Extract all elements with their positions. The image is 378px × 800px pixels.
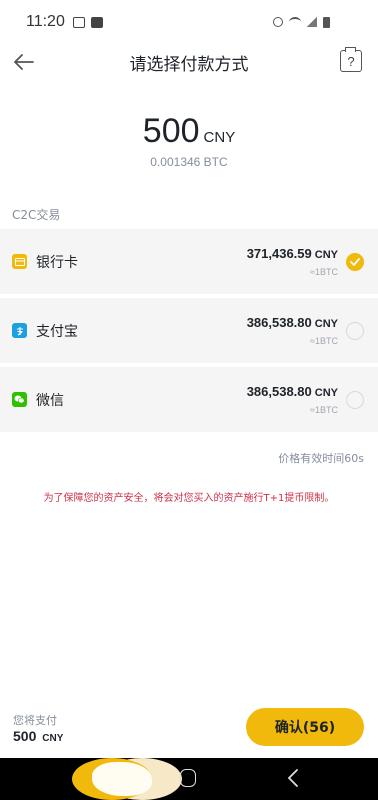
pay-amount-unit: CNY [42, 733, 64, 744]
nav-back-icon[interactable] [286, 768, 300, 788]
payment-method-bank-card[interactable]: 银行卡 371,436.59 CNY ≈1BTC [0, 229, 378, 294]
alarm-icon [273, 17, 283, 27]
alipay-icon [12, 323, 27, 338]
payment-method-list: 银行卡 371,436.59 CNY ≈1BTC 支付宝 386,538.80 CN… [0, 229, 378, 432]
method-radio[interactable] [346, 390, 364, 409]
method-price: 386,538.80 [246, 315, 312, 330]
status-time: 11:20 [26, 13, 65, 30]
system-nav-bar [0, 758, 378, 800]
back-button[interactable] [10, 48, 38, 76]
amount-value: 500 [142, 112, 200, 150]
status-bar: 11:20 [0, 0, 378, 44]
method-approx: ≈1BTC [310, 336, 338, 346]
gallery-notification-icon [72, 16, 85, 28]
method-price: 371,436.59 [246, 246, 312, 261]
method-price: 386,538.80 [246, 384, 312, 399]
home-icon[interactable] [180, 769, 196, 787]
method-approx: ≈1BTC [310, 405, 338, 415]
payment-method-wechat[interactable]: 微信 386,538.80 CNY ≈1BTC [0, 367, 378, 432]
method-approx: ≈1BTC [310, 267, 338, 277]
signal-icon [307, 17, 317, 27]
method-radio-selected[interactable] [346, 252, 364, 271]
bank-card-icon [12, 254, 27, 269]
amount-summary: 500 CNY 0.001346 BTC [0, 112, 378, 169]
wechat-icon [12, 392, 27, 407]
page-title: 请选择付款方式 [129, 54, 249, 75]
pay-amount: 500 [13, 728, 37, 744]
wifi-icon [289, 17, 301, 27]
redacted-area [92, 762, 152, 796]
method-name: 支付宝 [36, 323, 78, 340]
help-button[interactable]: ? [340, 47, 362, 72]
method-name: 微信 [36, 392, 64, 409]
method-radio[interactable] [346, 321, 364, 340]
confirm-button[interactable]: 确认(56) [246, 708, 364, 746]
withdrawal-notice: 为了保障您的资产安全，将会对您买入的资产施行T+1提币限制。 [43, 493, 335, 504]
check-icon [350, 257, 360, 266]
header: 请选择付款方式 ? [0, 44, 378, 80]
amount-unit: CNY [203, 129, 236, 146]
payment-method-alipay[interactable]: 支付宝 386,538.80 CNY ≈1BTC [0, 298, 378, 363]
help-icon: ? [347, 53, 355, 69]
message-notification-icon [90, 16, 103, 28]
amount-btc: 0.001346 BTC [150, 155, 228, 169]
method-price-unit: CNY [314, 387, 338, 399]
pay-label: 您将支付 [13, 714, 57, 727]
pay-bar: 您将支付 500 CNY 确认(56) [0, 700, 378, 758]
method-price-unit: CNY [314, 318, 338, 330]
battery-icon [323, 16, 330, 28]
arrow-left-icon [14, 54, 34, 70]
section-label: C2C交易 [12, 208, 61, 222]
price-validity: 价格有效时间60s [278, 452, 364, 465]
method-name: 银行卡 [36, 254, 78, 271]
method-price-unit: CNY [314, 249, 338, 261]
